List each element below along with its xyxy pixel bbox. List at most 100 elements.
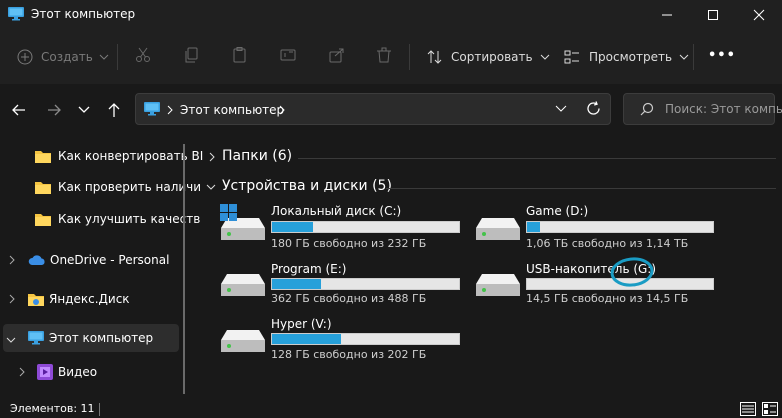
view-button[interactable]: Просмотреть [564, 47, 689, 67]
folder-icon [35, 151, 51, 163]
drive-name: Локальный диск (C:) [271, 204, 402, 218]
tiles-view-button[interactable] [762, 402, 778, 416]
folder-icon [35, 214, 51, 226]
drive-item-c[interactable]: Локальный диск (C:) 180 ГБ свободно из 2… [217, 203, 467, 250]
toolbar-divider [117, 44, 118, 70]
recent-locations-button[interactable] [78, 104, 90, 116]
expand-chevron-icon[interactable] [18, 367, 26, 377]
nav-item-label: Видео [58, 365, 98, 379]
create-button[interactable]: Создать [17, 47, 109, 67]
more-options-button[interactable]: ••• [708, 48, 736, 63]
drive-item-e[interactable]: Program (E:) 362 ГБ свободно из 488 ГБ [217, 261, 467, 307]
details-view-button[interactable] [740, 402, 756, 416]
drive-item-v[interactable]: Hyper (V:) 128 ГБ свободно из 202 ГБ [217, 316, 467, 362]
tiles-view-icon [762, 402, 778, 416]
address-history-button[interactable] [555, 104, 567, 114]
item-count: Элементов: 11 [10, 402, 95, 415]
share-button[interactable] [329, 47, 345, 63]
capacity-bar-fill [272, 334, 342, 344]
window-title: Этот компьютер [31, 7, 136, 21]
sort-icon [427, 50, 442, 64]
chevron-down-icon [555, 105, 567, 112]
clipboard-icon [233, 47, 246, 63]
rename-button[interactable] [280, 47, 296, 63]
nav-pane-scrollbar[interactable] [181, 140, 187, 398]
toolbar-divider [409, 44, 410, 70]
nav-item-this-pc[interactable]: Этот компьютер [28, 327, 153, 349]
annotation-circle [609, 256, 655, 288]
chevron-down-icon [540, 54, 549, 60]
nav-item-onedrive[interactable]: OneDrive - Personal [28, 249, 169, 271]
nav-item-recent-2[interactable]: Как проверить наличи [35, 176, 201, 198]
devices-group-chevron-icon[interactable] [206, 183, 216, 191]
videos-folder-icon [37, 364, 53, 380]
devices-group-header[interactable]: Устройства и диски (5) [222, 178, 392, 194]
drive-free-space: 14,5 ГБ свободно из 14,5 ГБ [526, 292, 689, 305]
scissors-icon [136, 47, 150, 62]
copy-button[interactable] [184, 47, 200, 63]
nav-item-label: Как улучшить качеств [58, 212, 201, 226]
nav-item-label: Яндекс.Диск [49, 292, 130, 306]
capacity-bar [271, 221, 460, 233]
view-icon [564, 50, 579, 64]
minimize-button[interactable] [644, 0, 690, 30]
cut-button[interactable] [135, 47, 151, 63]
capacity-bar [271, 333, 460, 345]
nav-item-label: Как проверить наличи [58, 180, 202, 194]
arrow-up-icon [108, 103, 120, 117]
status-bar [0, 400, 782, 418]
breadcrumb-this-pc[interactable]: Этот компьютер [180, 103, 284, 117]
this-pc-icon [28, 331, 44, 345]
forward-button[interactable] [46, 102, 62, 118]
nav-item-label: OneDrive - Personal [50, 253, 170, 267]
group-divider [298, 158, 776, 159]
drive-free-space: 362 ГБ свободно из 488 ГБ [271, 292, 427, 305]
expand-chevron-icon[interactable] [8, 255, 16, 265]
expand-chevron-icon[interactable] [8, 294, 16, 304]
refresh-button[interactable] [586, 101, 601, 116]
folder-icon [35, 182, 51, 194]
hard-drive-icon [476, 218, 520, 240]
search-placeholder: Поиск: Этот компь [665, 102, 782, 116]
drive-free-space: 128 ГБ свободно из 202 ГБ [271, 348, 427, 361]
copy-icon [185, 47, 198, 63]
sort-label: Сортировать [451, 50, 533, 64]
up-button[interactable] [106, 102, 122, 118]
nav-item-recent-3[interactable]: Как улучшить качеств [35, 208, 200, 230]
close-button[interactable] [736, 0, 782, 30]
drive-name: Game (D:) [526, 204, 589, 218]
drive-item-g[interactable]: USB-накопитель (G:) 14,5 ГБ свободно из … [472, 261, 722, 307]
capacity-bar-fill [527, 222, 541, 232]
hard-drive-icon [221, 274, 265, 296]
rename-icon [280, 49, 296, 61]
search-icon [640, 102, 654, 116]
capacity-bar-fill [272, 279, 321, 289]
breadcrumb-separator-icon[interactable] [166, 105, 174, 115]
folders-group-header[interactable]: Папки (6) [222, 148, 292, 164]
capacity-bar [526, 221, 714, 233]
nav-item-videos[interactable]: Видео [37, 361, 97, 383]
chevron-down-icon [679, 54, 689, 60]
breadcrumb-separator-icon[interactable] [278, 105, 286, 115]
plus-circle-icon [17, 49, 33, 65]
maximize-button[interactable] [690, 0, 736, 30]
view-label: Просмотреть [589, 50, 673, 64]
hard-drive-icon [476, 274, 520, 296]
drive-name: Hyper (V:) [271, 317, 332, 331]
sort-button[interactable]: Сортировать [427, 47, 550, 67]
capacity-bar [271, 278, 460, 290]
toolbar-divider [693, 44, 694, 70]
delete-button[interactable] [376, 47, 392, 63]
status-divider [99, 403, 100, 416]
drive-item-d[interactable]: Game (D:) 1,06 ТБ свободно из 1,14 ТБ [472, 203, 722, 250]
refresh-icon [587, 101, 600, 115]
drive-name: Program (E:) [271, 262, 347, 276]
folders-group-chevron-icon[interactable] [208, 152, 216, 162]
collapse-chevron-icon[interactable] [6, 336, 16, 344]
nav-item-label: Этот компьютер [49, 331, 154, 345]
nav-item-recent-1[interactable]: Как конвертировать BI [35, 145, 203, 167]
nav-item-yandex-disk[interactable]: Яндекс.Диск [28, 288, 130, 310]
paste-button[interactable] [232, 47, 248, 63]
chevron-down-icon [99, 54, 109, 60]
back-button[interactable] [11, 102, 27, 118]
